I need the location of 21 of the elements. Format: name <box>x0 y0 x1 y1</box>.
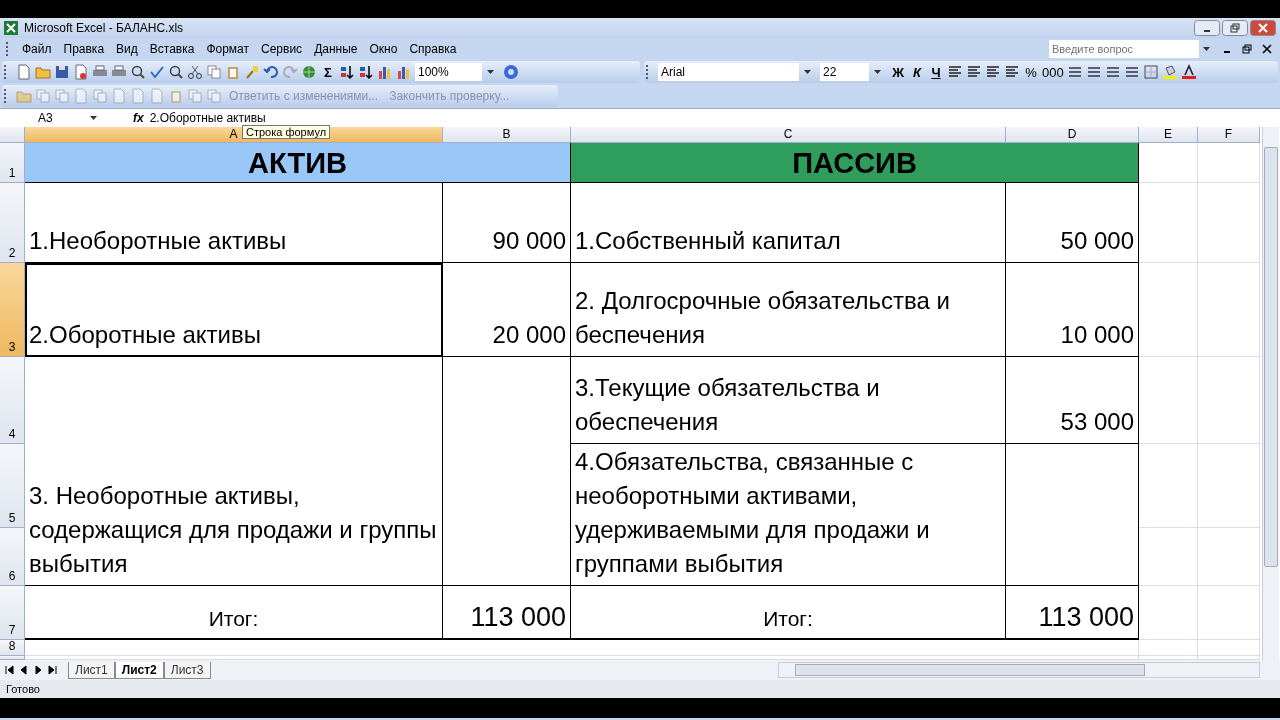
table-cell: Итог: <box>571 586 1006 640</box>
table-cell: 10 000 <box>1006 263 1139 357</box>
table-cell: 2. Долгосрочные обязательства и беспечения <box>571 263 1006 357</box>
tooltip: Строка формул <box>242 125 331 139</box>
table-header-cell: ПАССИВ <box>571 143 1139 183</box>
table-cell: 2.Оборотные активы <box>25 263 443 357</box>
table-cell: Итог: <box>25 586 443 640</box>
table-cell: 1.Необоротные активы <box>25 183 443 263</box>
table-cell: 3.Текущие обязательства и обеспечения <box>571 357 1006 444</box>
table-header-cell: АКТИВ <box>25 143 571 183</box>
table-cell: 3. Необоротные активы, содержащися для продажи и группы выбытия <box>25 357 443 586</box>
status-text: Готово <box>6 683 40 695</box>
table-cell: 113 000 <box>443 586 571 640</box>
window-title: Microsoft Excel - БАЛАНС.xls <box>24 21 184 35</box>
table-cell: 113 000 <box>1006 586 1139 640</box>
table-cell: 50 000 <box>1006 183 1139 263</box>
table-cell: 1.Собственный капитал <box>571 183 1006 263</box>
table-cell: 53 000 <box>1006 357 1139 444</box>
table-cell: 90 000 <box>443 183 571 263</box>
table-cell: 20 000 <box>443 263 571 357</box>
table-cell: 4.Обязательства, связанные с необоротными активами, удерживаемыми для продажи и группами выбытия <box>571 444 1006 586</box>
